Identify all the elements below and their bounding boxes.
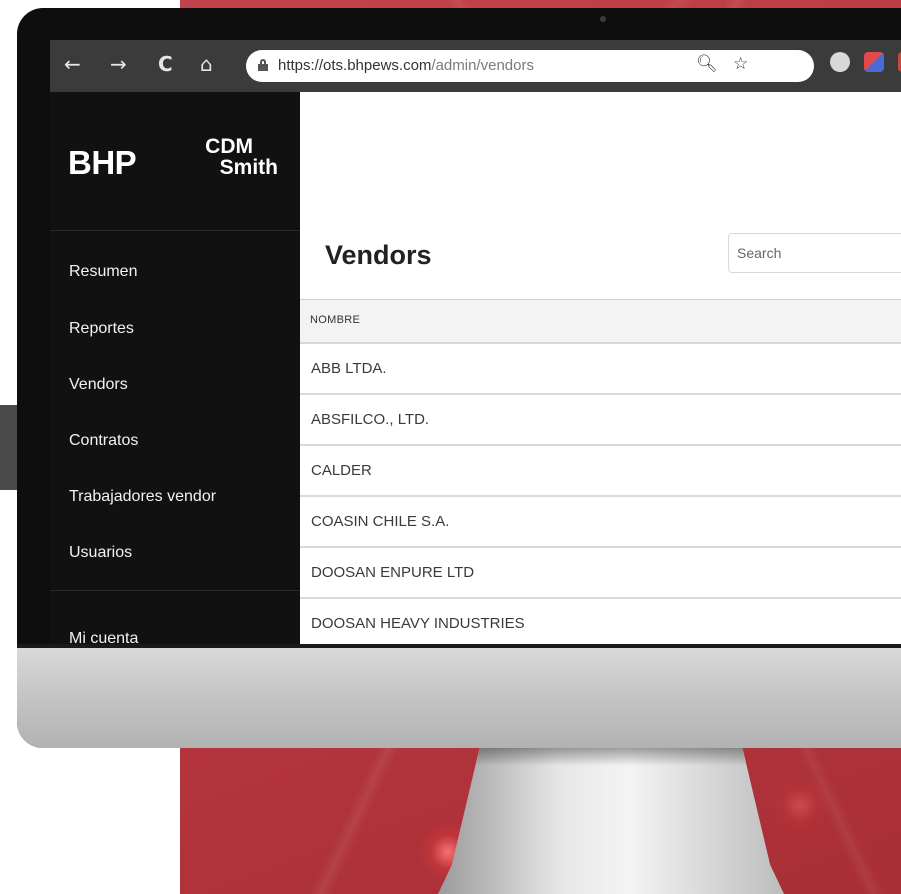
url-text[interactable]: https://ots.bhpews.com/admin/vendors	[278, 57, 534, 74]
url-path: /admin/vendors	[431, 57, 534, 74]
vendor-name: ABSFILCO., LTD.	[311, 411, 430, 428]
sidebar-item-reportes[interactable]: Reportes	[69, 320, 134, 338]
monitor-stand-shadow	[476, 748, 746, 766]
vendor-name: CALDER	[311, 462, 372, 479]
zoom-icon[interactable]: 🔍︎	[696, 54, 718, 74]
red-glow-light-2	[770, 775, 830, 835]
sidebar-divider	[50, 230, 300, 231]
vendor-name: DOOSAN ENPURE LTD	[311, 564, 475, 581]
webcam-dot	[600, 16, 606, 22]
browser-screen: ← → C ⌂ https://ots.bhpews.com/admin/ven…	[50, 40, 901, 644]
search-input[interactable]	[728, 233, 901, 273]
logo-smith-text: Smith	[219, 156, 278, 179]
monitor-frame: ← → C ⌂ https://ots.bhpews.com/admin/ven…	[17, 8, 901, 748]
address-bar[interactable]: https://ots.bhpews.com/admin/vendors 🔍︎ …	[246, 50, 814, 82]
logo-cdm-text: CDM	[205, 135, 253, 158]
table-row[interactable]: ABB LTDA.	[300, 344, 901, 395]
sidebar-item-usuarios[interactable]: Usuarios	[69, 544, 132, 562]
logo-bhp: BHP	[68, 144, 137, 181]
table-row[interactable]: DOOSAN ENPURE LTD	[300, 548, 901, 599]
sidebar: BHP CDM Smith Resumen Reportes Vendors C…	[50, 92, 300, 644]
sidebar-item-trabajadores-vendor[interactable]: Trabajadores vendor	[69, 488, 216, 506]
table-row[interactable]: CALDER	[300, 446, 901, 497]
extension-icon-1[interactable]	[830, 52, 850, 72]
column-header-nombre[interactable]: NOMBRE	[310, 314, 360, 326]
sidebar-item-vendors[interactable]: Vendors	[69, 376, 128, 394]
table-row[interactable]: DOOSAN HEAVY INDUSTRIES	[300, 599, 901, 644]
reload-icon[interactable]: C	[158, 52, 173, 76]
sidebar-item-mi-cuenta[interactable]: Mi cuenta	[69, 630, 138, 644]
page-title: Vendors	[325, 240, 432, 270]
lock-icon	[258, 59, 268, 71]
vendor-name: COASIN CHILE S.A.	[311, 513, 450, 530]
table-row[interactable]: ABSFILCO., LTD.	[300, 395, 901, 446]
monitor-chin	[17, 648, 901, 748]
extension-icon-2[interactable]	[864, 52, 884, 72]
home-icon[interactable]: ⌂	[200, 52, 213, 76]
main-content: Vendors NOMBRE ABB LTDA. ABSFILCO., LTD.…	[300, 92, 901, 644]
forward-arrow-icon[interactable]: →	[110, 52, 127, 76]
star-icon[interactable]: ☆	[733, 54, 748, 74]
vendor-name: ABB LTDA.	[311, 360, 387, 377]
url-host: https://ots.bhpews.com	[278, 57, 432, 74]
logo-cdm-smith: CDM Smith	[170, 136, 278, 178]
back-arrow-icon[interactable]: ←	[64, 52, 81, 76]
table-header: NOMBRE	[300, 299, 901, 344]
table-row[interactable]: COASIN CHILE S.A.	[300, 497, 901, 548]
sidebar-item-resumen[interactable]: Resumen	[69, 263, 137, 281]
vendor-name: DOOSAN HEAVY INDUSTRIES	[311, 615, 525, 632]
monitor-stand	[438, 748, 784, 894]
sidebar-item-contratos[interactable]: Contratos	[69, 432, 138, 450]
sidebar-divider-2	[50, 590, 300, 591]
browser-toolbar: ← → C ⌂ https://ots.bhpews.com/admin/ven…	[50, 40, 901, 92]
